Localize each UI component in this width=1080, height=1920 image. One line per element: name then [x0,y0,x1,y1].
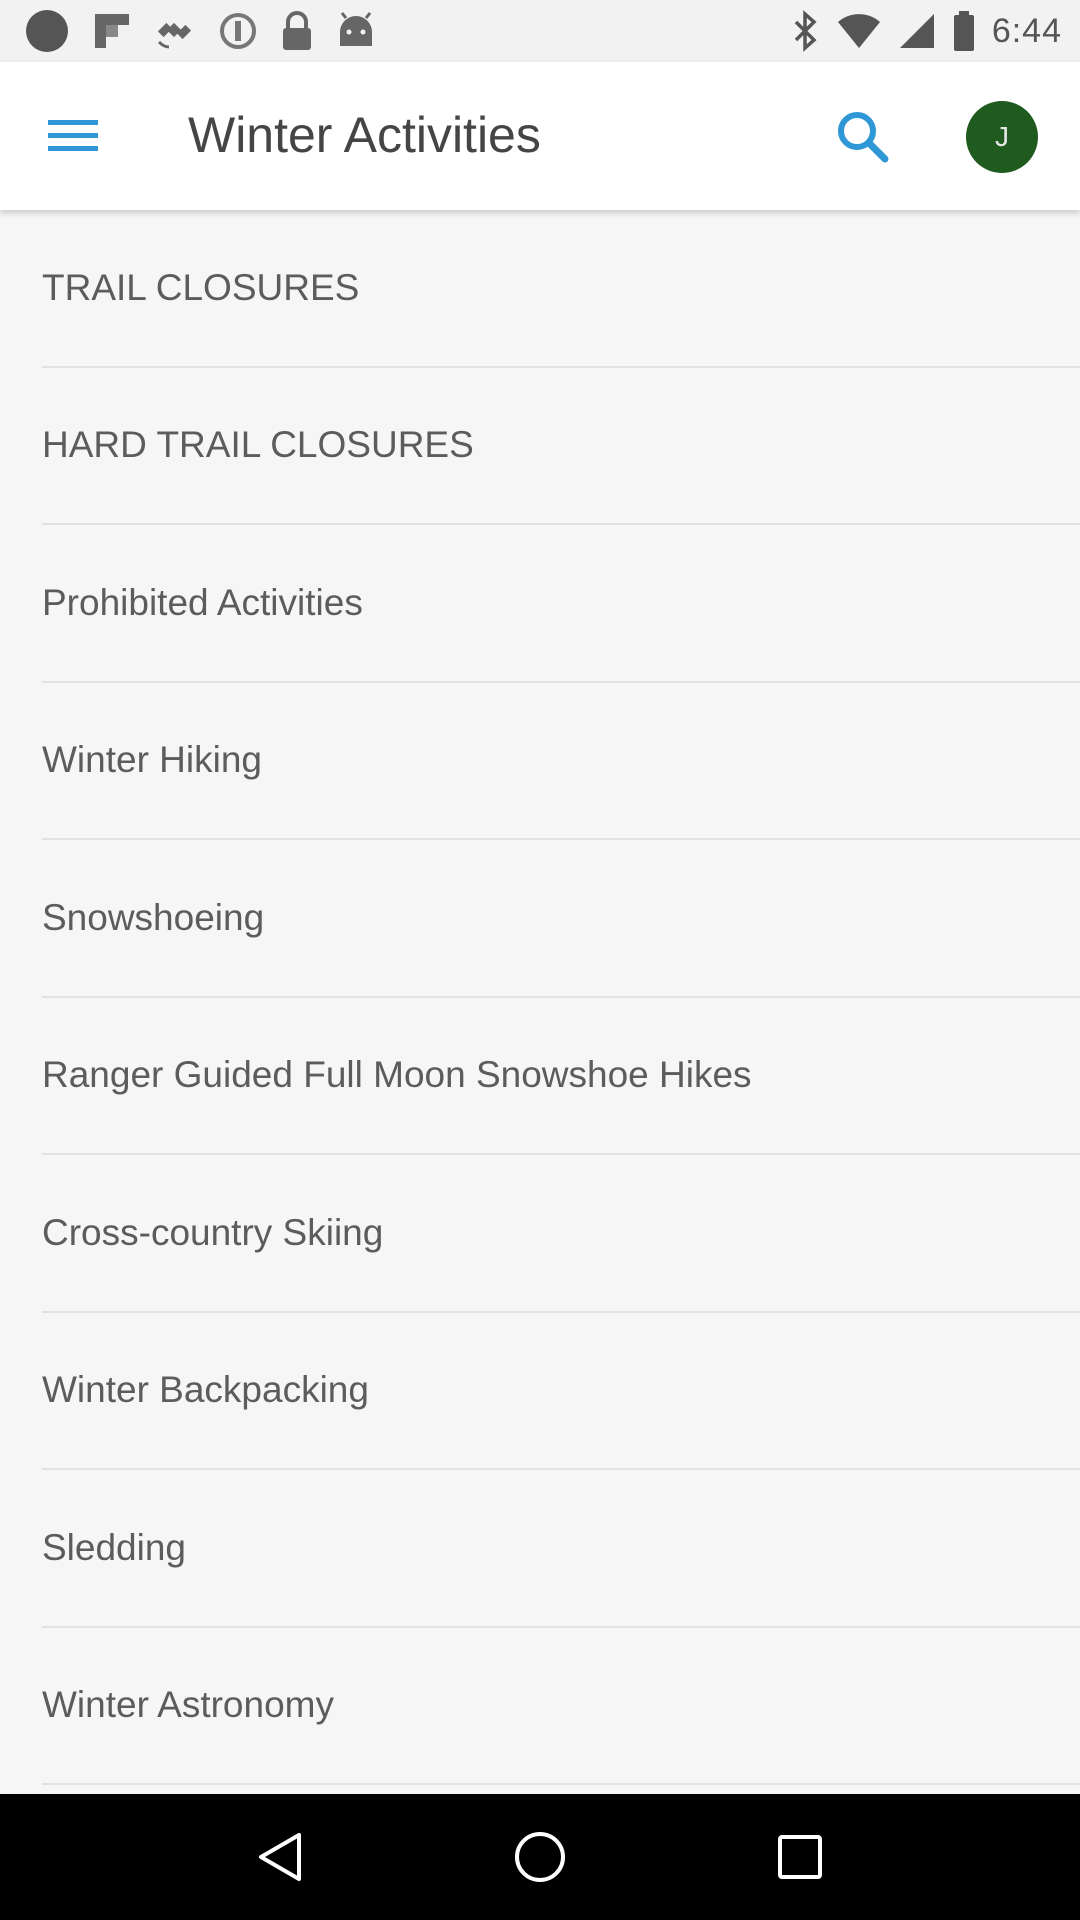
dot-icon [24,8,70,54]
lock-icon [280,10,314,52]
list-item-label: Snowshoeing [42,896,265,938]
status-time: 6:44 [991,11,1062,50]
list-item[interactable]: TRAIL CLOSURES [42,210,1080,368]
app-bar: Winter Activities J [0,62,1080,210]
page-title: Winter Activities [188,107,541,163]
list-item-label: Winter Hiking [42,739,262,781]
bluetooth-icon [792,10,820,52]
satellite-icon [154,10,196,52]
list-item-label: Cross-country Skiing [42,1211,384,1253]
recents-square-icon[interactable] [770,1827,830,1887]
avatar-initial: J [995,121,1009,152]
hamburger-menu-icon[interactable] [42,112,104,160]
list-item-label: Winter Backpacking [42,1369,369,1411]
activity-list: TRAIL CLOSURES HARD TRAIL CLOSURES Prohi… [0,210,1080,1785]
wifi-icon [836,12,882,50]
search-icon[interactable] [832,106,892,166]
home-circle-icon[interactable] [510,1827,570,1887]
battery-icon [952,10,976,52]
list-item[interactable]: Winter Hiking [42,683,1080,840]
signal-icon [898,12,936,50]
system-nav-bar [0,1794,1080,1920]
avatar[interactable]: J [966,101,1038,173]
list-item[interactable]: Cross-country Skiing [42,1155,1080,1313]
list-item[interactable]: Winter Astronomy [42,1628,1080,1785]
data-saver-icon [218,11,258,51]
list-item-label: Sledding [42,1526,187,1568]
list-item-label: Ranger Guided Full Moon Snowshoe Hikes [42,1054,752,1096]
list-item[interactable]: Sledding [42,1470,1080,1628]
flipboard-icon [92,11,132,51]
list-item[interactable]: Prohibited Activities [42,525,1080,683]
list-item-label: TRAIL CLOSURES [42,266,360,308]
list-item[interactable]: HARD TRAIL CLOSURES [42,368,1080,525]
list-item[interactable]: Winter Backpacking [42,1313,1080,1470]
list-item[interactable]: Snowshoeing [42,840,1080,998]
list-item-label: Winter Astronomy [42,1684,334,1726]
back-triangle-icon[interactable] [250,1827,310,1887]
list-item-label: Prohibited Activities [42,581,363,623]
list-item-label: HARD TRAIL CLOSURES [42,424,474,466]
status-bar: 6:44 [0,0,1080,62]
android-icon [336,12,376,50]
list-item[interactable]: Ranger Guided Full Moon Snowshoe Hikes [42,998,1080,1155]
